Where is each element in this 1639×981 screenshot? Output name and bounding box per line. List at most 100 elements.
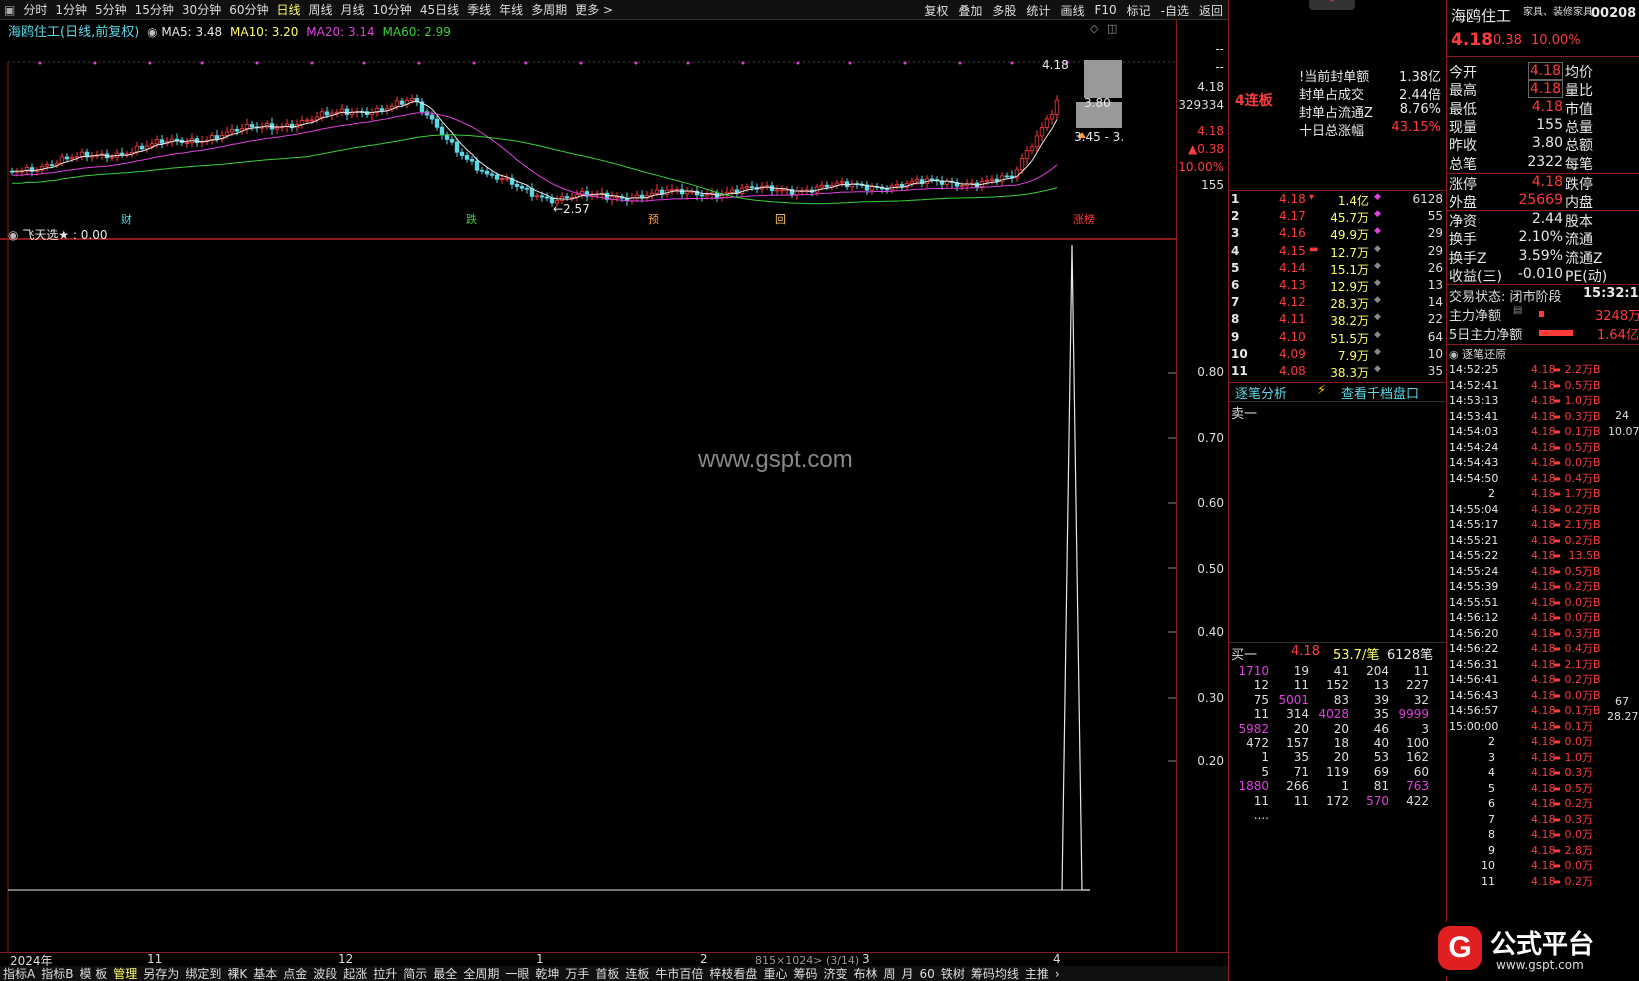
- period-tab-2[interactable]: 5分钟: [95, 1, 127, 18]
- bid-row[interactable]: 7 4.12 28.3万 ◆ 14: [1229, 295, 1447, 312]
- chart-window-icon[interactable]: ◫: [1107, 22, 1117, 35]
- indicator-tab-28[interactable]: 60: [920, 967, 935, 981]
- candle: [184, 142, 190, 144]
- tool-8[interactable]: 返回: [1199, 2, 1223, 19]
- main-net-icon[interactable]: ▤: [1513, 305, 1522, 316]
- event-tag-die[interactable]: 跌: [466, 211, 477, 227]
- indicator-tab-19[interactable]: 连板: [625, 966, 649, 981]
- chart-diamond-icon[interactable]: ◇: [1090, 22, 1098, 35]
- tool-2[interactable]: 多股: [992, 2, 1016, 19]
- indicator-tab-15[interactable]: 一眼: [505, 966, 529, 981]
- bid-row[interactable]: 9 4.10 51.5万 ◆ 64: [1229, 330, 1447, 347]
- indicator-tab-2[interactable]: 模 板: [79, 966, 107, 981]
- stat-value: 4.18: [1527, 80, 1563, 99]
- indicator-tab-13[interactable]: 最全: [433, 966, 457, 981]
- indicator-tab-31[interactable]: 主推: [1025, 966, 1049, 981]
- lightning-icon[interactable]: ⚡: [1317, 383, 1326, 398]
- bid-level: 7: [1231, 295, 1240, 310]
- period-tab-3[interactable]: 15分钟: [135, 1, 174, 18]
- indicator-tab-14[interactable]: 全周期: [463, 966, 499, 981]
- indicator-tab-11[interactable]: 拉升: [373, 966, 397, 981]
- bid-row[interactable]: 3 4.16 49.9万 ◆ 29: [1229, 226, 1447, 243]
- period-tab-10[interactable]: 45日线: [420, 1, 459, 18]
- indicator-tab-24[interactable]: 济变: [823, 966, 847, 981]
- indicator-tab-4[interactable]: 另存为: [143, 966, 179, 981]
- indicator-tab-3[interactable]: 管理: [113, 966, 137, 981]
- period-tab-6[interactable]: 日线: [276, 1, 300, 18]
- menu-icon[interactable]: ▣: [4, 3, 15, 17]
- tool-0[interactable]: 复权: [924, 2, 948, 19]
- period-tab-1[interactable]: 1分钟: [55, 1, 87, 18]
- indicator-tab-27[interactable]: 月: [902, 966, 914, 981]
- tab-trade-analysis[interactable]: 逐笔分析: [1235, 383, 1287, 402]
- trade-header[interactable]: ◉ 逐笔还原: [1449, 346, 1507, 361]
- divider: [1447, 284, 1639, 285]
- indicator-tab-26[interactable]: 周: [884, 966, 896, 981]
- bid-row[interactable]: 1 4.18 ▾ 1.4亿 ◆ 6128: [1229, 192, 1447, 209]
- period-tab-11[interactable]: 季线: [467, 1, 491, 18]
- indicator-tab-6[interactable]: 裸K: [227, 966, 247, 981]
- bid-row[interactable]: 8 4.11 38.2万 ◆ 22: [1229, 312, 1447, 329]
- signal-dot: [686, 61, 690, 65]
- quote-panel: 海鸥住工 家具、装修家具 00208 4.18 0.38 10.00% 今开 4.…: [1446, 0, 1639, 981]
- period-tab-12[interactable]: 年线: [499, 1, 523, 18]
- bid-row[interactable]: 4 4.15 ▬ 12.7万 ◆ 29: [1229, 244, 1447, 261]
- indicator-tab-25[interactable]: 布林: [853, 966, 877, 981]
- period-tab-5[interactable]: 60分钟: [229, 1, 268, 18]
- trade-price: 4.18: [1531, 874, 1556, 888]
- indicator-tab-20[interactable]: 牛市百倍: [655, 966, 703, 981]
- event-tag-cai[interactable]: 财: [121, 211, 132, 227]
- bid-row[interactable]: 2 4.17 45.7万 ◆ 55: [1229, 209, 1447, 226]
- bid-row[interactable]: 10 4.09 7.9万 ◆ 10: [1229, 347, 1447, 364]
- collapse-handle[interactable]: ⌃: [1309, 0, 1355, 10]
- indicator-tab-30[interactable]: 筹码均线: [971, 966, 1019, 981]
- event-tag-yu[interactable]: 预: [648, 211, 659, 227]
- expand-icon[interactable]: ◉: [1449, 348, 1459, 361]
- indicator-tab-10[interactable]: 起涨: [343, 966, 367, 981]
- brand-logo-url: www.gspt.com: [1496, 958, 1584, 972]
- tool-1[interactable]: 叠加: [958, 2, 982, 19]
- indicator-tab-5[interactable]: 绑定到: [185, 966, 221, 981]
- indicator-tab-7[interactable]: 基本: [253, 966, 277, 981]
- indicator-tab-17[interactable]: 万手: [565, 966, 589, 981]
- indicator-tab-23[interactable]: 筹码: [793, 966, 817, 981]
- period-tab-4[interactable]: 30分钟: [182, 1, 221, 18]
- tool-4[interactable]: 画线: [1060, 2, 1084, 19]
- stat-right-label: 量比: [1565, 83, 1593, 100]
- trade-side: B: [1593, 657, 1601, 671]
- candle: [929, 178, 935, 181]
- period-tab-9[interactable]: 10分钟: [373, 1, 412, 18]
- tool-7[interactable]: -自选: [1161, 2, 1189, 19]
- indicator-chart[interactable]: [0, 240, 1176, 952]
- event-tag-hui[interactable]: 回: [775, 211, 786, 227]
- tab-depth[interactable]: 查看千档盘口: [1341, 383, 1419, 402]
- indicator-tab-32[interactable]: ›: [1055, 967, 1060, 981]
- main-net5-row: 5日主力净额 1.64亿: [1447, 324, 1639, 343]
- indicator-tab-18[interactable]: 首板: [595, 966, 619, 981]
- period-tab-13[interactable]: 多周期: [531, 1, 567, 18]
- indicator-tab-12[interactable]: 简示: [403, 966, 427, 981]
- bid-row[interactable]: 6 4.13 12.9万 ◆ 13: [1229, 278, 1447, 295]
- tool-5[interactable]: F10: [1094, 3, 1116, 17]
- indicator-tab-8[interactable]: 点金: [283, 966, 307, 981]
- period-tab-8[interactable]: 月线: [341, 1, 365, 18]
- settings-icon[interactable]: ◉: [147, 25, 157, 39]
- indicator-tab-1[interactable]: 指标B: [41, 966, 73, 981]
- trade-volume: 0.0万: [1564, 611, 1594, 624]
- bid-row[interactable]: 5 4.14 15.1万 ◆ 26: [1229, 261, 1447, 278]
- bid-row[interactable]: 11 4.08 38.3万 ◆ 35: [1229, 364, 1447, 381]
- period-tab-7[interactable]: 周线: [309, 1, 333, 18]
- indicator-settings-icon[interactable]: ◉: [8, 228, 18, 242]
- indicator-tab-22[interactable]: 重心: [763, 966, 787, 981]
- indicator-tab-29[interactable]: 铁树: [941, 966, 965, 981]
- tool-6[interactable]: 标记: [1127, 2, 1151, 19]
- event-tag-zhangbang[interactable]: 涨榜: [1073, 211, 1095, 227]
- period-tab-0[interactable]: 分时: [23, 1, 47, 18]
- indicator-tab-9[interactable]: 波段: [313, 966, 337, 981]
- tool-3[interactable]: 统计: [1026, 2, 1050, 19]
- indicator-tab-16[interactable]: 乾坤: [535, 966, 559, 981]
- indicator-tab-0[interactable]: 指标A: [3, 966, 35, 981]
- trade-header-label: 逐笔还原: [1462, 348, 1507, 361]
- indicator-tab-21[interactable]: 梓枝看盘: [709, 966, 757, 981]
- period-tab-14[interactable]: 更多 >: [575, 1, 613, 18]
